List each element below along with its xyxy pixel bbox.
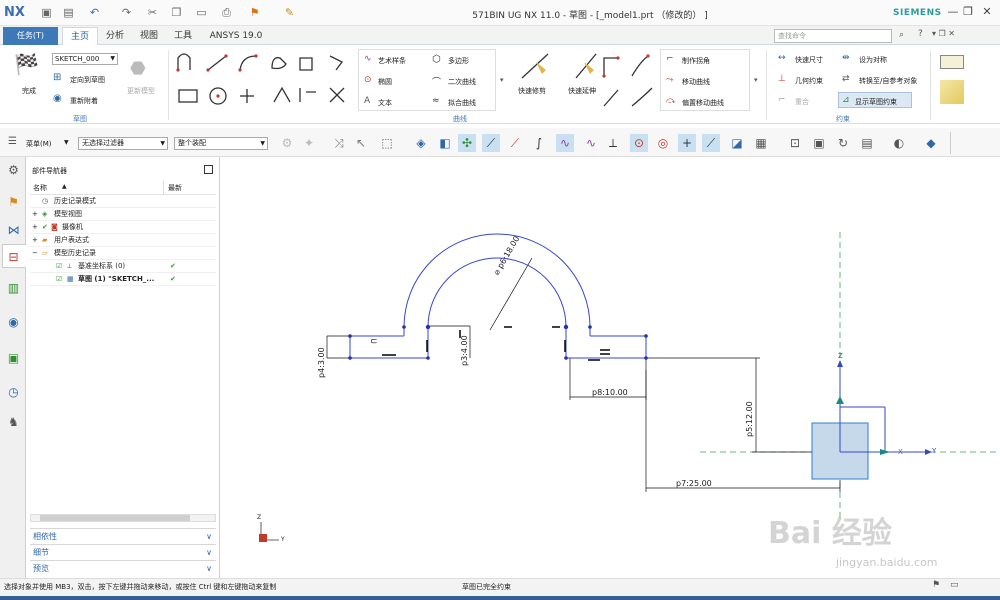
svg-text:⊂: ⊂ [370,337,378,347]
status-flag-icon[interactable]: ⚑ [932,580,940,590]
axis-label-y: Y [932,447,937,455]
axis-label-z: Z [838,352,843,360]
status-message: 草图已完全约束 [462,583,511,591]
triad-label-y: Y [281,536,285,543]
status-prompt: 选择对象并使用 MB3，双击，按下左键并拖动来移动，或按住 Ctrl 键和左键拖… [4,583,277,591]
dimension-p5[interactable]: p5:12.00 [745,401,754,437]
dimension-p4[interactable]: p4:3.00 [317,347,326,378]
dimension-p8[interactable]: p8:10.00 [592,388,628,397]
window-bottom-border [0,596,1000,600]
baidu-watermark: Bai 经验 [768,516,892,551]
watermark-url: jingyan.baidu.com [836,556,938,569]
axis-label-x: X [898,448,903,456]
status-window-icon[interactable]: ▭ [950,580,959,590]
dimension-p3[interactable]: p3:4.00 [460,335,469,366]
triad-label-z: Z [257,514,262,521]
dimension-p7[interactable]: p7:25.00 [676,479,712,488]
